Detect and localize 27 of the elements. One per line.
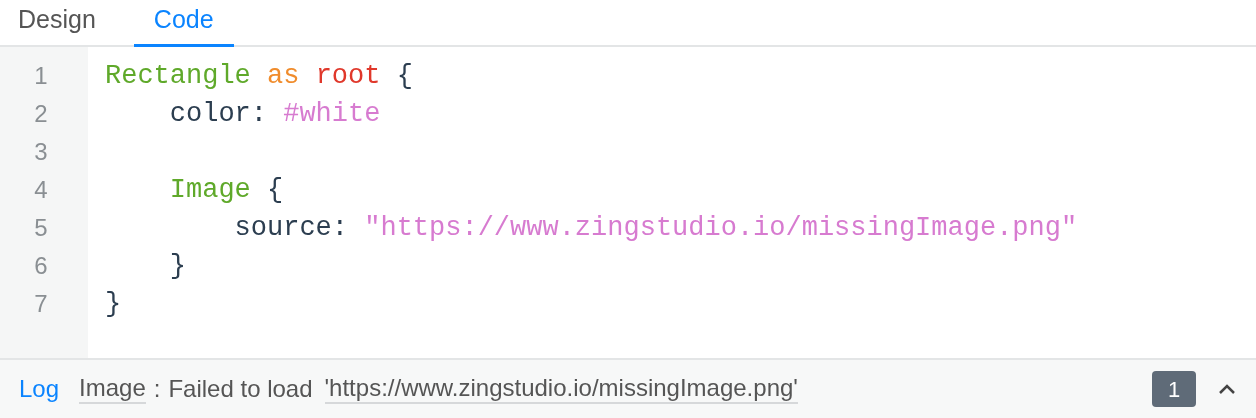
log-separator: : [153,374,161,404]
line-number: 4 [34,175,48,205]
log-url-link[interactable]: 'https://www.zingstudio.io/missingImage.png' [324,374,798,404]
line-number: 6 [34,251,48,281]
property-name: source: [234,212,349,245]
keyword: as [267,60,300,93]
log-message: Failed to load [168,374,313,404]
brace: } [169,250,186,283]
property-value: "https://www.zingstudio.io/missingImage.png" [364,212,1078,245]
identifier: root [315,60,381,93]
brace: { [396,60,413,93]
log-source-link[interactable]: Image [79,374,146,404]
tab[interactable]: Design [18,0,96,47]
line-number: 7 [34,289,48,319]
log-count-badge: 1 [1152,371,1196,407]
line-number: 2 [34,99,48,129]
brace: { [267,174,284,207]
type-name: Rectangle [105,60,251,93]
chevron-up-icon[interactable] [1218,383,1236,395]
property-value: #white [283,98,381,131]
line-number: 3 [34,137,48,167]
type-name: Image [169,174,251,207]
line-number: 5 [34,213,48,243]
tab[interactable]: Code [133,0,234,47]
property-name: color: [169,98,267,131]
line-number: 1 [34,61,48,91]
brace: } [105,288,122,321]
